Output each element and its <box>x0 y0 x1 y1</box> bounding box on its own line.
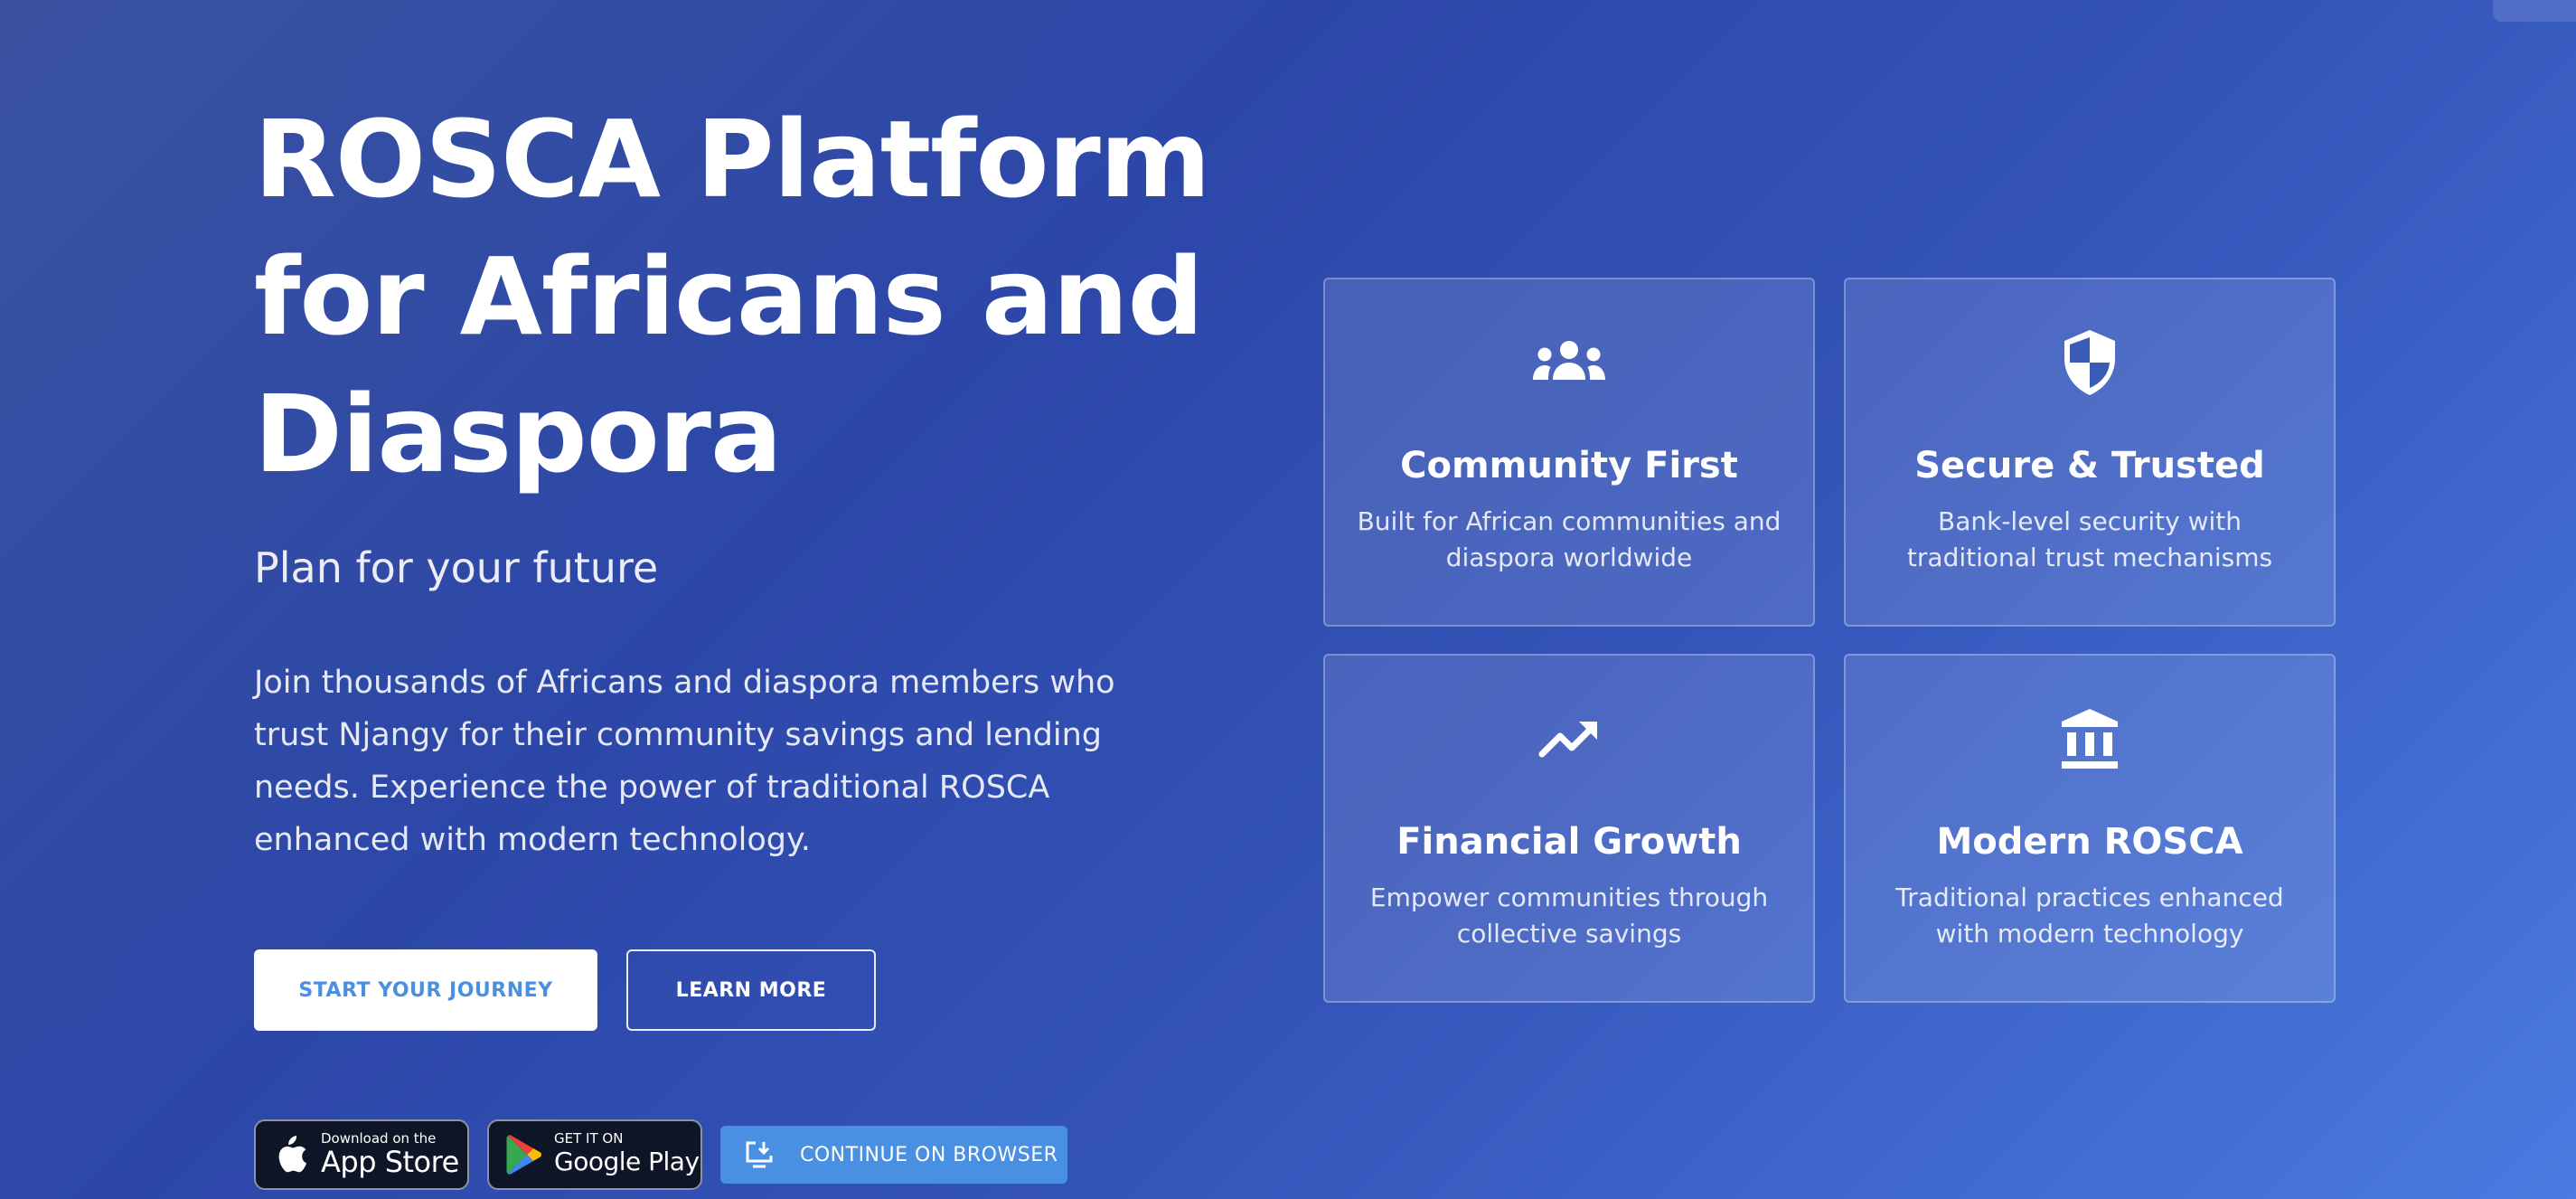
learn-more-button[interactable]: LEARN MORE <box>626 949 876 1031</box>
hero-section: ROSCA Platform for Africans and Diaspora… <box>254 90 1284 866</box>
continue-on-browser-label: CONTINUE ON BROWSER <box>800 1143 1058 1166</box>
feature-title: Community First <box>1400 445 1738 486</box>
hero-title-line: ROSCA Platform <box>254 97 1211 222</box>
apple-icon <box>278 1136 307 1173</box>
hero-title: ROSCA Platform for Africans and Diaspora <box>254 90 1284 503</box>
continue-on-browser-button[interactable]: CONTINUE ON BROWSER <box>720 1126 1067 1184</box>
hero-title-line: for Africans and <box>254 234 1204 359</box>
app-store-badge[interactable]: Download on the App Store <box>254 1119 469 1190</box>
feature-description: Bank-level security with traditional tru… <box>1906 506 2273 572</box>
start-journey-button[interactable]: START YOUR JOURNEY <box>254 949 597 1031</box>
cta-buttons: START YOUR JOURNEY LEARN MORE <box>254 949 876 1031</box>
bank-icon <box>2052 704 2128 773</box>
google-play-badge[interactable]: GET IT ON Google Play <box>487 1119 702 1190</box>
app-store-caption: Download on the <box>321 1130 437 1147</box>
install-desktop-icon <box>746 1141 773 1168</box>
trending-up-icon <box>1531 704 1607 773</box>
feature-description: Empower communities through collective s… <box>1369 883 1769 949</box>
google-play-icon <box>506 1135 541 1175</box>
corner-tab[interactable] <box>2493 0 2576 22</box>
feature-card: Financial Growth Empower communities thr… <box>1323 654 1815 1003</box>
feature-card: Secure & Trusted Bank-level security wit… <box>1844 278 2336 627</box>
shield-icon <box>2052 328 2128 397</box>
feature-description: Built for African communities and diaspo… <box>1357 506 1782 572</box>
hero-subtitle: Plan for your future <box>254 543 659 592</box>
download-options: Download on the App Store GET IT ON Goog… <box>254 1119 1067 1190</box>
feature-title: Financial Growth <box>1396 821 1742 863</box>
feature-title: Secure & Trusted <box>1914 445 2265 486</box>
google-play-label: Google Play <box>554 1147 700 1176</box>
app-store-label: App Store <box>321 1145 459 1179</box>
features-grid: Community First Built for African commun… <box>1323 278 2336 1003</box>
app-store-text: Download on the App Store <box>321 1131 459 1178</box>
feature-card: Community First Built for African commun… <box>1323 278 1815 627</box>
feature-description: Traditional practices enhanced with mode… <box>1895 883 2284 949</box>
feature-card: Modern ROSCA Traditional practices enhan… <box>1844 654 2336 1003</box>
hero-title-line: Diaspora <box>254 372 783 496</box>
google-play-caption: GET IT ON <box>554 1130 624 1147</box>
hero-description: Join thousands of Africans and diaspora … <box>254 665 1115 858</box>
groups-icon <box>1531 328 1607 397</box>
google-play-text: GET IT ON Google Play <box>554 1131 700 1178</box>
feature-title: Modern ROSCA <box>1936 821 2243 863</box>
